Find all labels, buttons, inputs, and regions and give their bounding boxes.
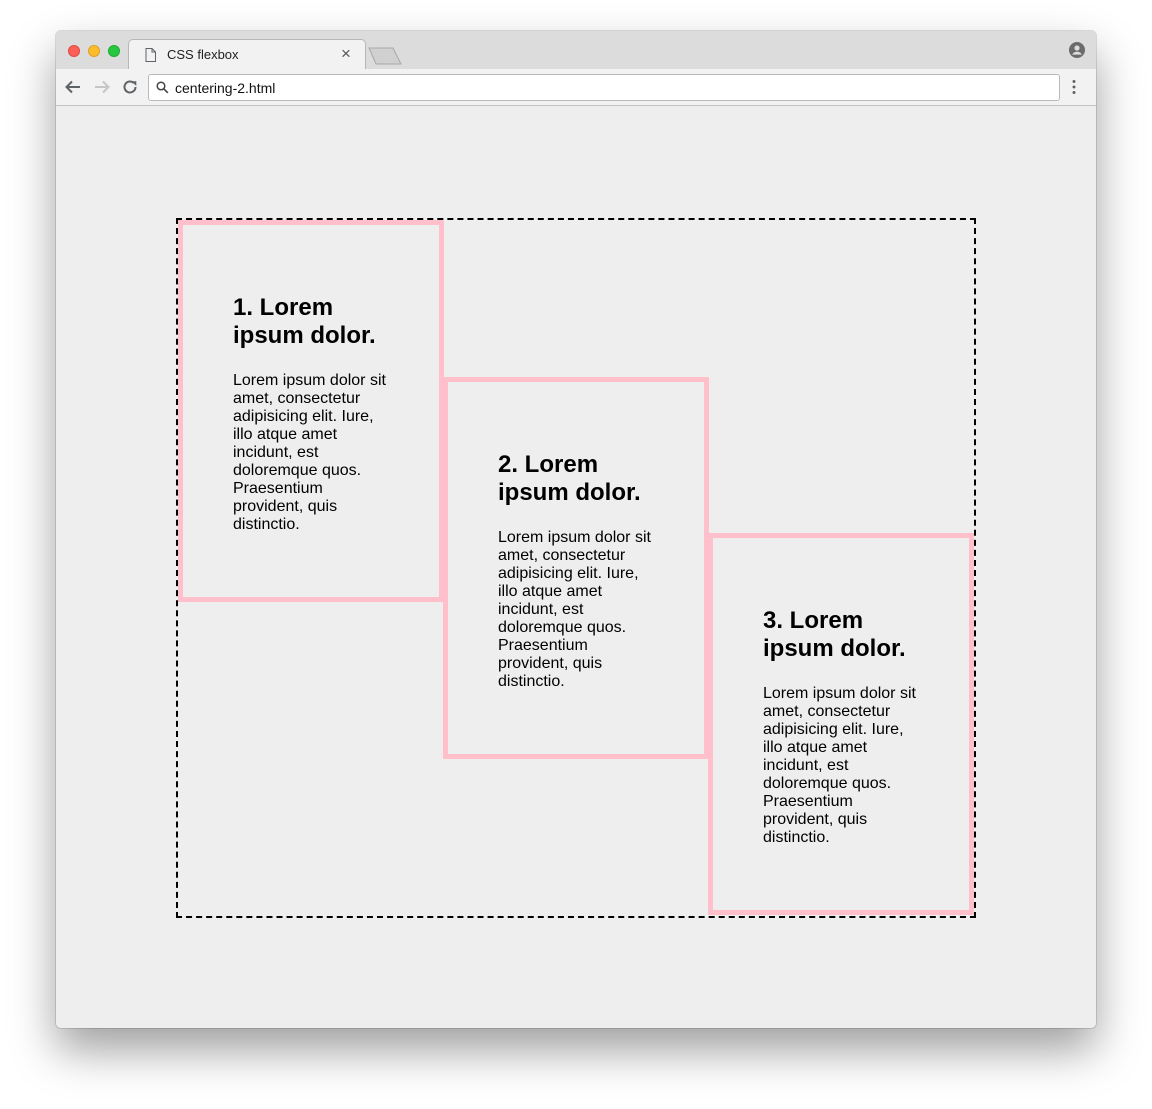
flex-item: 3. Lorem ipsum dolor. Lorem ipsum dolor … (708, 533, 974, 915)
tab-css-flexbox[interactable]: CSS flexbox × (128, 39, 366, 70)
zoom-window-button[interactable] (108, 45, 120, 57)
toolbar: centering-2.html (56, 69, 1096, 106)
back-icon[interactable] (64, 78, 82, 101)
close-window-button[interactable] (68, 45, 80, 57)
flex-container: 1. Lorem ipsum dolor. Lorem ipsum dolor … (176, 218, 976, 918)
minimize-window-button[interactable] (88, 45, 100, 57)
menu-icon[interactable] (1072, 79, 1076, 100)
profile-icon[interactable] (1069, 42, 1085, 63)
search-icon (156, 81, 169, 99)
new-tab-icon[interactable] (368, 47, 402, 70)
page-viewport: 1. Lorem ipsum dolor. Lorem ipsum dolor … (56, 106, 1096, 1028)
item-heading: 3. Lorem ipsum dolor. (763, 607, 906, 662)
tab-title: CSS flexbox (167, 47, 239, 62)
url-text: centering-2.html (175, 80, 276, 96)
address-bar[interactable]: centering-2.html (148, 74, 1060, 101)
item-text: Lorem ipsum dolor sit amet, consectetur … (498, 529, 651, 690)
tab-bar: CSS flexbox × (56, 31, 1096, 70)
item-text: Lorem ipsum dolor sit amet, consectetur … (763, 685, 916, 846)
flex-item: 1. Lorem ipsum dolor. Lorem ipsum dolor … (178, 220, 444, 602)
item-heading: 1. Lorem ipsum dolor. (233, 294, 376, 349)
forward-icon[interactable] (93, 78, 111, 101)
item-heading: 2. Lorem ipsum dolor. (498, 451, 641, 506)
reload-icon[interactable] (121, 78, 139, 101)
page-icon (145, 48, 156, 67)
close-icon[interactable]: × (341, 43, 351, 65)
browser-window: CSS flexbox × centering-2.html 1. Lorem … (56, 31, 1096, 1028)
item-text: Lorem ipsum dolor sit amet, consectetur … (233, 372, 386, 533)
flex-item: 2. Lorem ipsum dolor. Lorem ipsum dolor … (443, 377, 709, 759)
